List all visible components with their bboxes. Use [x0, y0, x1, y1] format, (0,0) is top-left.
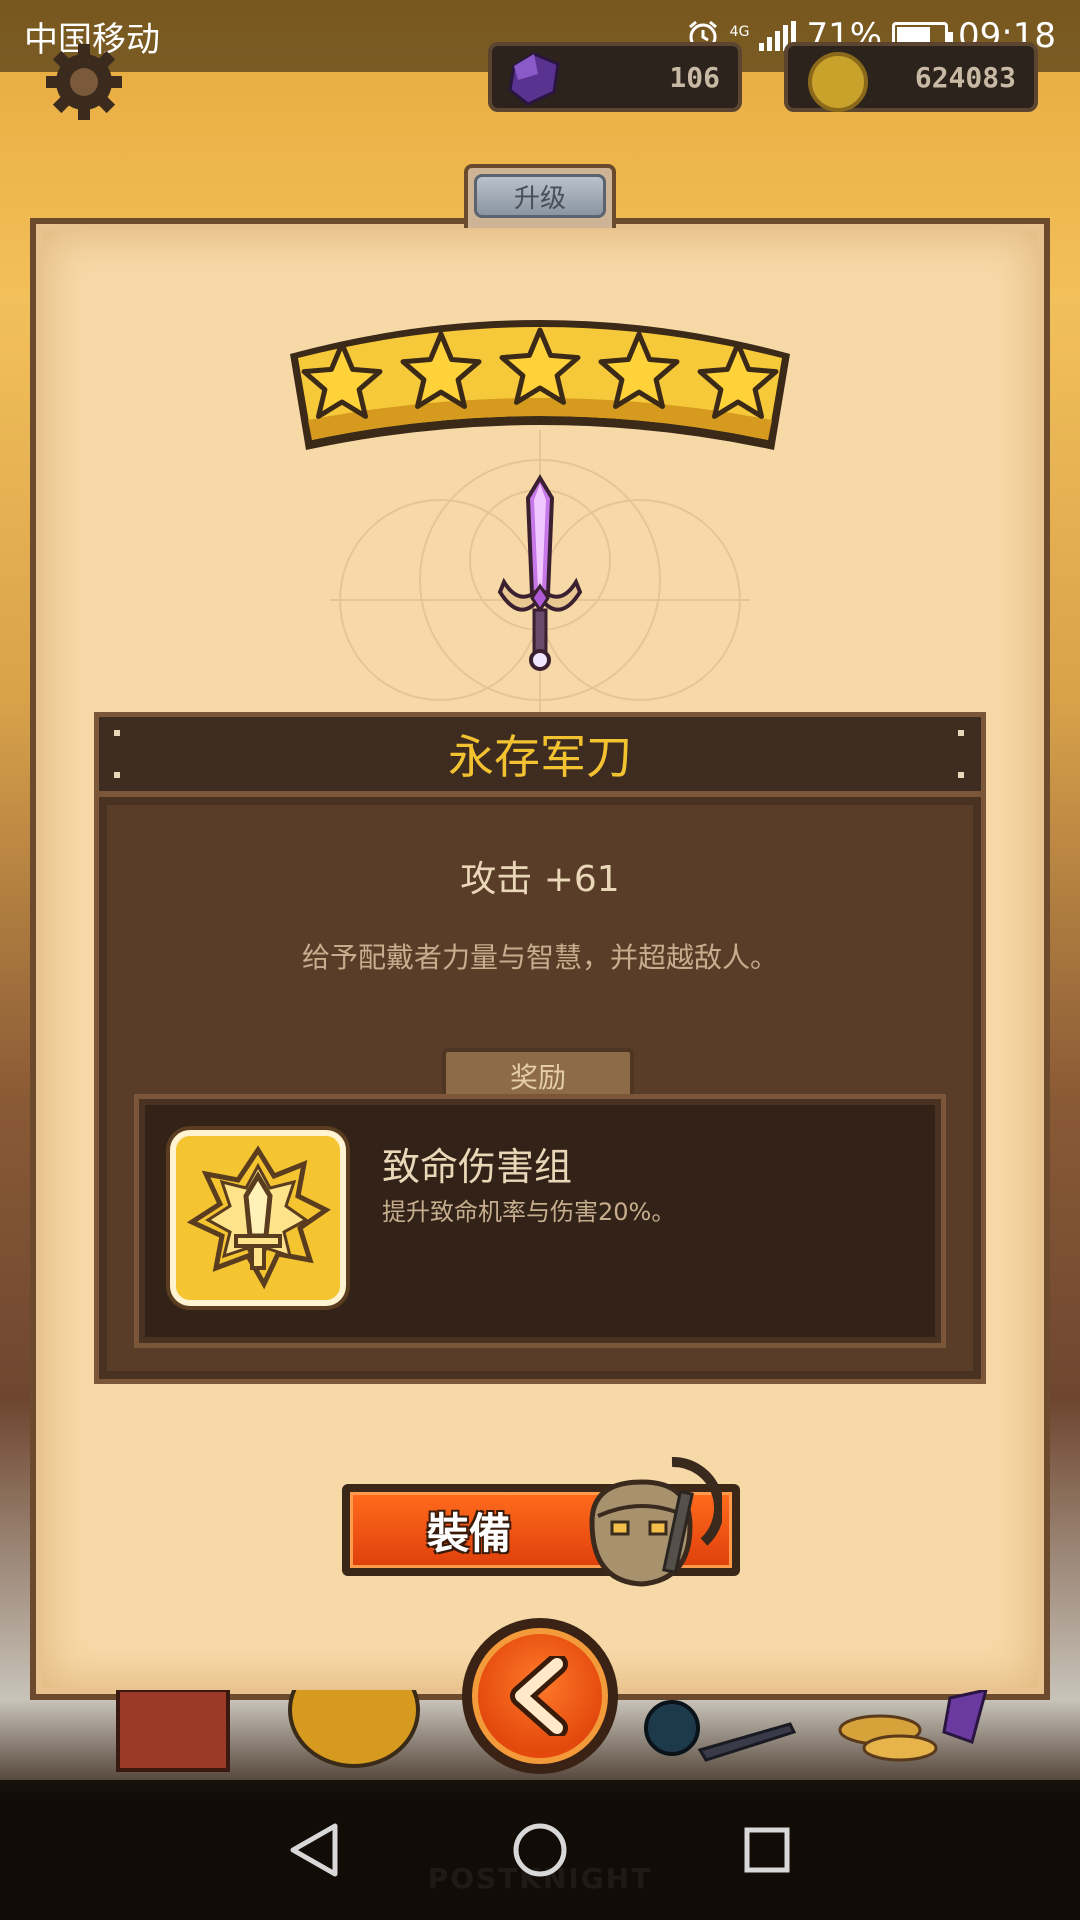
- gear-icon[interactable]: [42, 40, 126, 124]
- sword-icon: [497, 474, 583, 671]
- gem-count: 106: [669, 60, 720, 94]
- rivet: [114, 772, 120, 778]
- network-type: 4G: [729, 24, 750, 40]
- item-name: 永存军刀: [94, 712, 986, 796]
- reward-name: 致命伤害组: [382, 1145, 573, 1189]
- gem-icon: [508, 52, 560, 106]
- critical-damage-icon: [170, 1130, 346, 1306]
- back-button[interactable]: [462, 1618, 618, 1774]
- game-wordmark: POSTKNIGHT: [427, 1862, 653, 1895]
- coin-count: 624083: [914, 60, 1016, 94]
- equip-label: 裝備: [427, 1508, 512, 1558]
- upgrade-button[interactable]: 升级: [474, 174, 606, 218]
- rivet: [958, 772, 964, 778]
- reward-tab: 奖励: [442, 1048, 634, 1100]
- gem-counter[interactable]: 106: [488, 42, 742, 112]
- rating-banner: [290, 320, 790, 450]
- item-description: 给予配戴者力量与智慧，并超越敌人。: [301, 941, 778, 974]
- backpack-icon: [589, 1456, 722, 1587]
- coin-icon: [808, 52, 868, 112]
- coin-counter[interactable]: 624083: [784, 42, 1038, 112]
- rivet: [958, 730, 964, 736]
- system-navigation-bar: [0, 1780, 1080, 1920]
- attack-stat: 攻击 +61: [460, 859, 620, 900]
- rivet: [114, 730, 120, 736]
- item-name-text: 永存军刀: [448, 730, 632, 784]
- reward-description: 提升致命机率与伤害20%。: [382, 1198, 676, 1226]
- chevron-left-icon: [510, 1656, 568, 1736]
